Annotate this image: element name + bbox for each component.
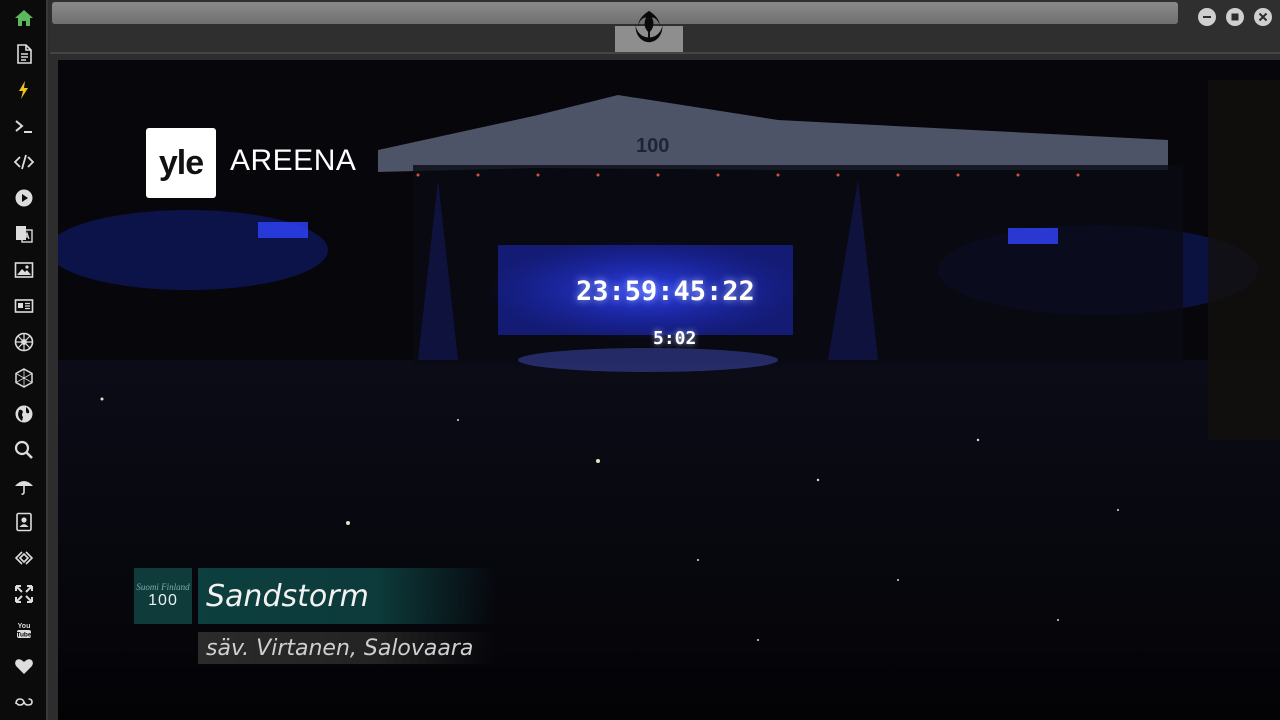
sidebar-item-empire[interactable] xyxy=(8,326,40,358)
sidebar-item-expand[interactable] xyxy=(8,578,40,610)
song-composer: säv. Virtanen, Salovaara xyxy=(198,632,498,664)
countdown-display: 23:59:45:22 xyxy=(576,276,755,307)
finland-100-badge: Suomi Finland 100 xyxy=(134,568,192,624)
sidebar-item-image[interactable] xyxy=(8,254,40,286)
app-sidebar: You Tube xyxy=(0,0,48,720)
terminal-icon xyxy=(15,120,32,133)
heart-icon xyxy=(15,659,33,674)
home-icon xyxy=(15,10,33,26)
yle-logo-text: yle xyxy=(158,143,204,182)
expand-icon xyxy=(15,585,33,603)
yle-logo: yle xyxy=(146,128,216,198)
areena-label: AREENA xyxy=(230,144,357,177)
minimize-icon xyxy=(1203,16,1211,18)
title-bar xyxy=(50,0,1280,54)
search-icon xyxy=(14,440,33,459)
tab-strip-divider xyxy=(50,52,1280,54)
api-icon xyxy=(14,551,34,565)
sidebar-item-umbrella[interactable] xyxy=(8,470,40,502)
infinity-cloud-icon xyxy=(15,698,33,706)
sidebar-item-home[interactable] xyxy=(8,2,40,34)
maximize-button[interactable] xyxy=(1226,8,1244,26)
badge-number: 100 xyxy=(148,591,178,609)
code-icon xyxy=(14,154,34,170)
video-player[interactable]: 100 yle AREENA 23:59:45:22 5:02 Suomi Fi… xyxy=(58,60,1280,720)
sidebar-item-hexagon[interactable] xyxy=(8,362,40,394)
sidebar-item-contacts[interactable] xyxy=(8,506,40,538)
sidebar-item-search[interactable] xyxy=(8,434,40,466)
play-icon xyxy=(15,189,33,207)
minimize-button[interactable] xyxy=(1198,8,1216,26)
contacts-icon xyxy=(16,512,32,532)
sidebar-item-code[interactable] xyxy=(8,146,40,178)
sidebar-item-api[interactable] xyxy=(8,542,40,574)
youtube-icon: You Tube xyxy=(16,623,31,639)
galactic-empire-icon xyxy=(14,332,34,352)
translate-icon xyxy=(16,226,33,243)
countdown-sub-display: 5:02 xyxy=(653,328,697,349)
sidebar-item-youtube[interactable]: You Tube xyxy=(8,614,40,646)
sidebar-item-favorites[interactable] xyxy=(8,650,40,682)
svg-text:You: You xyxy=(18,623,31,630)
maximize-icon xyxy=(1231,13,1239,21)
address-bar[interactable] xyxy=(52,2,1178,24)
sidebar-item-translate[interactable] xyxy=(8,218,40,250)
sidebar-item-play[interactable] xyxy=(8,182,40,214)
hexagon-icon xyxy=(15,368,33,388)
image-icon xyxy=(14,262,34,278)
sidebar-item-news[interactable] xyxy=(8,290,40,322)
sidebar-item-terminal[interactable] xyxy=(8,110,40,142)
close-button[interactable] xyxy=(1254,8,1272,26)
sidebar-item-cloud[interactable] xyxy=(8,686,40,718)
sidebar-item-lightning[interactable] xyxy=(8,74,40,106)
close-icon xyxy=(1258,12,1268,22)
badge-text: Suomi Finland xyxy=(136,581,190,592)
svg-text:Tube: Tube xyxy=(16,632,31,639)
rebel-alliance-icon[interactable] xyxy=(630,8,668,46)
globe-icon xyxy=(15,405,33,423)
stage-banner-text: 100 xyxy=(636,135,669,157)
song-title: Sandstorm xyxy=(198,568,498,624)
lightning-icon xyxy=(19,81,28,99)
umbrella-icon xyxy=(15,481,33,495)
news-icon xyxy=(14,299,34,313)
document-icon xyxy=(17,44,32,64)
sidebar-item-globe[interactable] xyxy=(8,398,40,430)
sidebar-item-document[interactable] xyxy=(8,38,40,70)
